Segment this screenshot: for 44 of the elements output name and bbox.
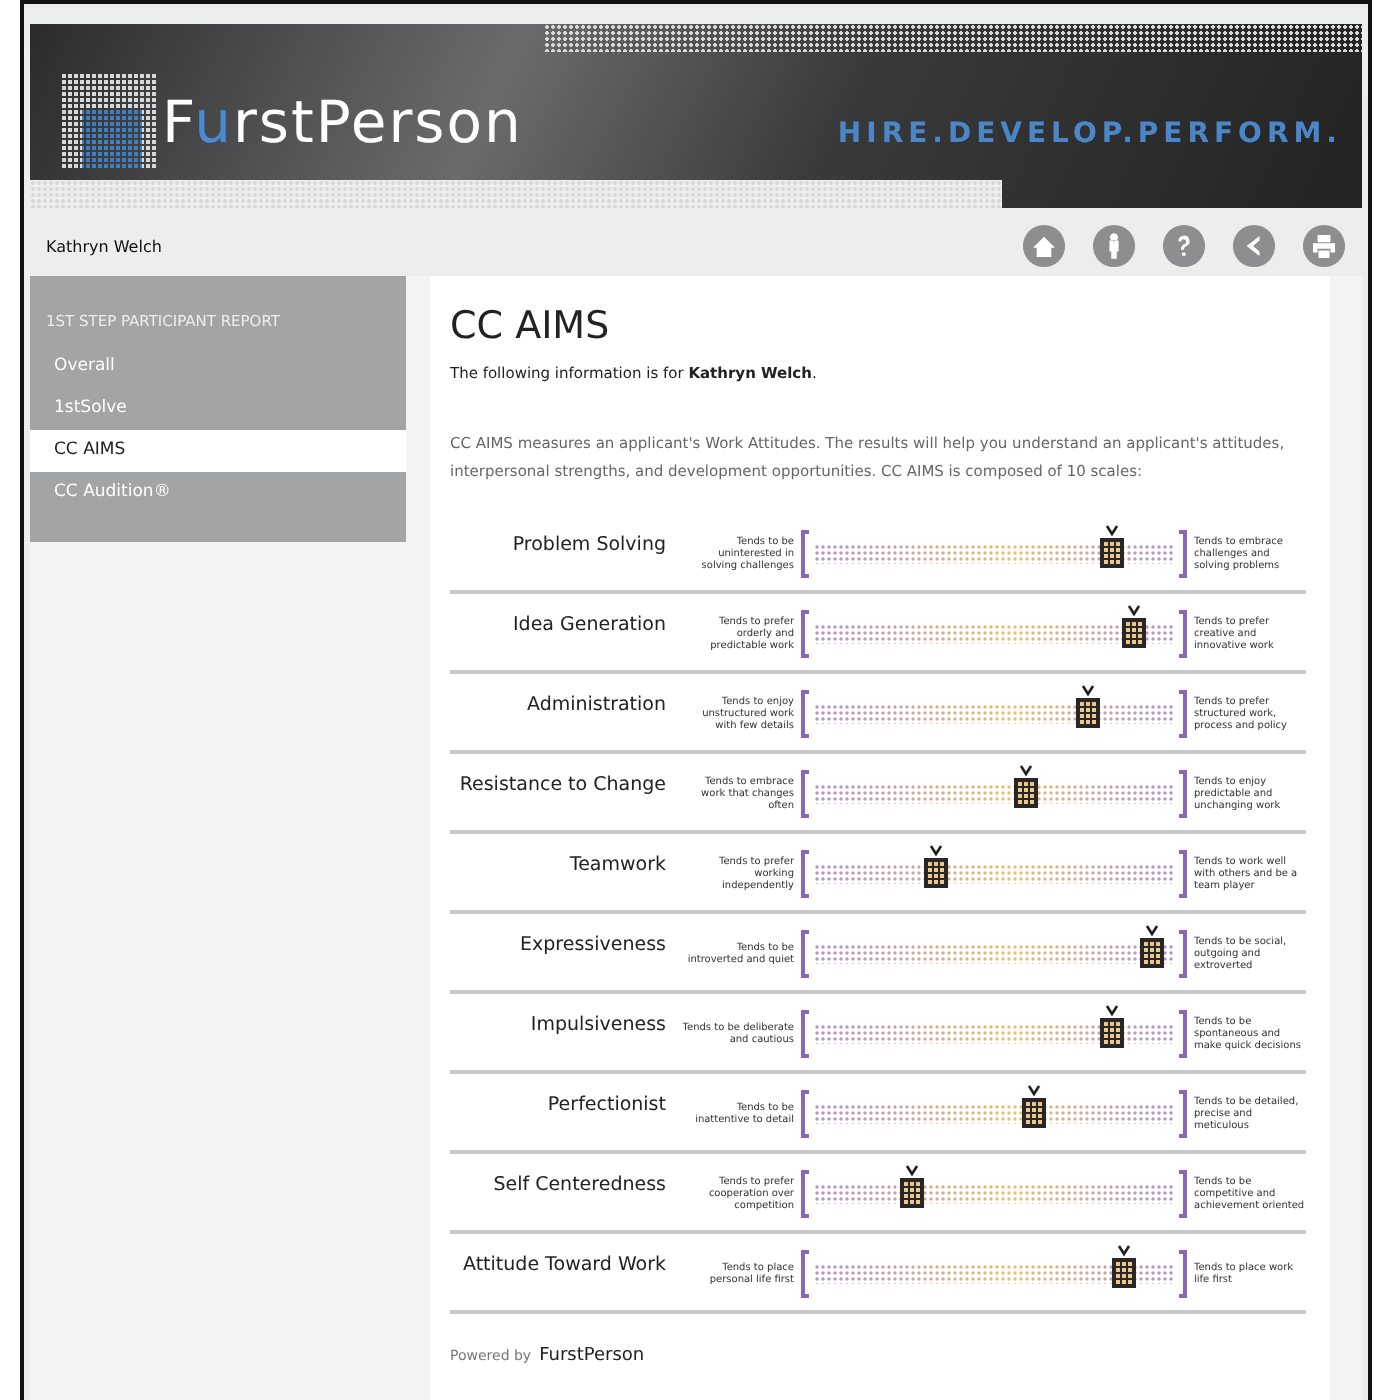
logo-icon	[62, 74, 158, 170]
bracket-icon	[800, 1089, 810, 1137]
bracket-icon	[1178, 1169, 1188, 1217]
tagline: HIRE.DEVELOP.PERFORM.	[837, 118, 1342, 150]
print-icon[interactable]	[1302, 224, 1346, 268]
bracket-icon	[800, 1009, 810, 1057]
bracket-icon	[800, 769, 810, 817]
scale-name: Attitude Toward Work	[461, 1254, 666, 1276]
bracket-icon	[1178, 849, 1188, 897]
sidebar-item[interactable]: 1stSolve	[30, 388, 406, 430]
sidebar-item[interactable]: CC AIMS	[30, 430, 406, 472]
bracket-icon	[800, 929, 810, 977]
scale-name: Self Centeredness	[491, 1174, 666, 1196]
bracket-icon	[1178, 1249, 1188, 1297]
bracket-icon	[1178, 689, 1188, 737]
home-icon[interactable]	[1022, 224, 1066, 268]
bracket-icon	[1178, 1089, 1188, 1137]
sidebar-item[interactable]: Overall	[30, 346, 406, 388]
sidebar-item[interactable]: CC Audition®	[30, 472, 406, 514]
scale-name: Perfectionist	[545, 1094, 666, 1116]
bracket-icon	[800, 689, 810, 737]
scale-name: Teamwork	[567, 854, 666, 876]
bracket-icon	[800, 529, 810, 577]
scale-name: Administration	[524, 694, 666, 716]
bracket-icon	[800, 1169, 810, 1217]
scale-name: Impulsiveness	[528, 1014, 666, 1036]
logo-text: Fu rstPerson	[162, 88, 523, 156]
help-icon[interactable]	[1162, 224, 1206, 268]
user-name: Kathryn Welch	[46, 237, 162, 255]
bracket-icon	[1178, 1009, 1188, 1057]
bracket-icon	[1178, 769, 1188, 817]
bracket-icon	[1178, 929, 1188, 977]
scale-name: Resistance to Change	[457, 774, 666, 796]
footer-logo-text: FurstPerson	[539, 1346, 645, 1366]
scale-name: Expressiveness	[518, 934, 666, 956]
person-icon[interactable]	[1092, 224, 1136, 268]
bracket-icon	[800, 609, 810, 657]
page-title: CC AIMS	[450, 304, 612, 348]
bracket-icon	[800, 849, 810, 897]
bracket-icon	[800, 1249, 810, 1297]
scale-name: Problem Solving	[510, 534, 666, 556]
bracket-icon	[1178, 609, 1188, 657]
scale-name: Idea Generation	[510, 614, 666, 636]
bracket-icon	[1178, 529, 1188, 577]
